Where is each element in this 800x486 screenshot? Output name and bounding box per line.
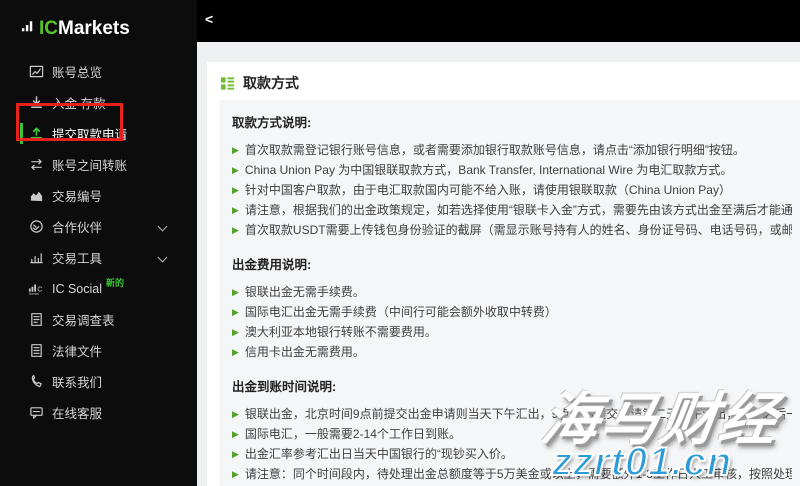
- bullet-arrow-icon: ▶: [232, 165, 239, 175]
- bullet-text: 出金汇率参考汇出日当天中国银行的“现钞买入价。: [244, 447, 513, 461]
- bullet-text: 首次取款USDT需要上传钱包身份验证的截屏（需显示账号持有人的姓名、身份证号码、…: [244, 223, 792, 237]
- page-title: 取款方式: [243, 75, 299, 91]
- watermark-line2: zzrt01.cn: [551, 439, 733, 485]
- survey-icon: [28, 312, 44, 328]
- logo-text-markets: Markets: [58, 18, 130, 39]
- bullet-item: ▶ 澳大利亚本地银行转账不需要费用。: [232, 325, 792, 340]
- bullet-text: 国际电汇出金无需手续费（中间行可能会额外收取中转费）: [244, 305, 557, 319]
- sidebar: IC Markets 账号总览 入金 存款 提交取款申请 账号之间转账 交易编号 合作伙伴…: [0, 0, 197, 486]
- bullet-arrow-icon: ▶: [232, 449, 239, 459]
- bullet-text: 针对中国客户取款，由于电汇取款国内可能不给入账，请使用银联取款（China Un…: [244, 183, 731, 197]
- sidebar-item-transfer[interactable]: 账号之间转账: [0, 149, 197, 180]
- bullet-item: ▶ China Union Pay 为中国银联取款方式，Bank Transfer…: [232, 163, 792, 178]
- sidebar-item-label: 交易工具: [52, 252, 103, 266]
- bullet-arrow-icon: ▶: [232, 409, 239, 419]
- bullet-arrow-icon: ▶: [232, 185, 239, 195]
- logo-text-ic: IC: [39, 18, 58, 39]
- sidebar-item-partners[interactable]: 合作伙伴: [0, 211, 197, 242]
- bullet-item: ▶ 针对中国客户取款，由于电汇取款国内可能不给入账，请使用银联取款（China U…: [232, 183, 792, 198]
- card-header: 取款方式: [207, 62, 800, 102]
- sidebar-item-contact[interactable]: 联系我们: [0, 366, 197, 397]
- bullet-arrow-icon: ▶: [232, 429, 239, 439]
- sidebar-item-label: 交易编号: [52, 190, 103, 204]
- sidebar-item-label: 法律文件: [52, 345, 103, 359]
- bullet-arrow-icon: ▶: [232, 205, 239, 215]
- annotation-red-box: [16, 103, 123, 141]
- bullet-arrow-icon: ▶: [232, 327, 239, 337]
- sidebar-item-label: 在线客服: [52, 407, 103, 421]
- section-heading: 取款方式说明:: [232, 116, 312, 130]
- sidebar-item-label: 账号之间转账: [52, 159, 128, 173]
- sidebar-item-trading-tools[interactable]: 交易工具: [0, 242, 197, 273]
- sidebar-item-label: 账号总览: [52, 66, 103, 80]
- bullet-item: ▶ 首次取款需登记银行账号信息，或者需要添加银行取款账号信息，请点击“添加银行明细…: [232, 143, 792, 158]
- info-section: 取款方式说明: ▶ 首次取款需登记银行账号信息，或者需要添加银行取款账号信息，请点击…: [232, 116, 792, 238]
- list-icon: [220, 76, 235, 91]
- bullet-arrow-icon: ▶: [232, 307, 239, 317]
- sidebar-item-legal-docs[interactable]: 法律文件: [0, 335, 197, 366]
- sidebar-item-label: 联系我们: [52, 376, 103, 390]
- sidebar-item-label: IC Social: [52, 281, 103, 296]
- bullet-arrow-icon: ▶: [232, 225, 239, 235]
- bullet-item: ▶ 国际电汇出金无需手续费（中间行可能会额外收取中转费）: [232, 305, 792, 320]
- bullet-item: ▶ 信用卡出金无需费用。: [232, 345, 792, 360]
- sidebar-item-ic-social[interactable]: C Social IC Social 新的: [0, 273, 197, 304]
- bullet-arrow-icon: ▶: [232, 469, 239, 479]
- chevron-down-icon: [157, 252, 168, 263]
- info-section: 出金费用说明: ▶ 银联出金无需手续费。 ▶ 国际电汇出金无需手续费（中间行可能会额外收…: [232, 258, 792, 360]
- bullet-text: 信用卡出金无需费用。: [244, 345, 365, 359]
- sidebar-item-live-chat[interactable]: 在线客服: [0, 397, 197, 428]
- bullet-arrow-icon: ▶: [232, 145, 239, 155]
- bullet-text: China Union Pay 为中国银联取款方式，Bank Transfer,…: [244, 163, 733, 177]
- topbar: <: [197, 0, 800, 42]
- section-heading: 出金费用说明:: [232, 258, 312, 272]
- bullet-arrow-icon: ▶: [232, 287, 239, 297]
- live-chat-icon: [28, 405, 44, 421]
- bullet-item: ▶ 首次取款USDT需要上传钱包身份验证的截屏（需显示账号持有人的姓名、身份证号码…: [232, 223, 792, 238]
- sidebar-item-label: 交易调查表: [52, 314, 115, 328]
- sidebar-item-label: 合作伙伴: [52, 221, 103, 235]
- trade-number-icon: [28, 188, 44, 204]
- bullet-text: 银联出金无需手续费。: [244, 285, 365, 299]
- account-overview-icon: [28, 64, 44, 80]
- contact-icon: [28, 374, 44, 390]
- transfer-icon: [28, 157, 44, 173]
- partners-icon: [28, 219, 44, 235]
- bullet-item: ▶ 银联出金无需手续费。: [232, 285, 792, 300]
- sidebar-collapse-icon[interactable]: <: [205, 11, 213, 27]
- legal-docs-icon: [28, 343, 44, 359]
- chevron-down-icon: [157, 221, 168, 232]
- logo-bars-icon: [21, 18, 36, 38]
- bullet-text: 请注意，根据我们的出金政策规定，如若选择使用“银联卡入金”方式，需要先由该方式出…: [244, 203, 792, 217]
- trading-tools-icon: [28, 250, 44, 266]
- ic-social-icon: C Social: [28, 281, 44, 297]
- ic-markets-logo[interactable]: IC Markets: [0, 0, 197, 40]
- bullet-text: 国际电汇，一般需要2-14个工作日到账。: [244, 427, 461, 441]
- bullet-item: ▶ 请注意，根据我们的出金政策规定，如若选择使用“银联卡入金”方式，需要先由该方式…: [232, 203, 792, 218]
- sidebar-item-account-overview[interactable]: 账号总览: [0, 56, 197, 87]
- bullet-text: 首次取款需登记银行账号信息，或者需要添加银行取款账号信息，请点击“添加银行明细”…: [244, 143, 745, 157]
- bullet-arrow-icon: ▶: [232, 347, 239, 357]
- sidebar-item-survey[interactable]: 交易调查表: [0, 304, 197, 335]
- svg-text:Social: Social: [29, 292, 39, 296]
- bullet-text: 澳大利亚本地银行转账不需要费用。: [244, 325, 437, 339]
- new-badge: 新的: [106, 278, 125, 288]
- sidebar-item-trade-number[interactable]: 交易编号: [0, 180, 197, 211]
